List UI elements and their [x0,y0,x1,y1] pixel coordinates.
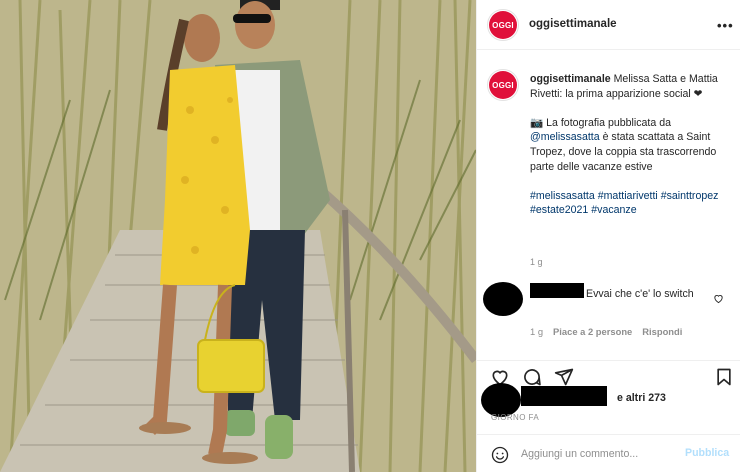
comment-like-icon[interactable] [713,293,724,304]
post-caption: oggisettimanale Melissa Satta e Mattia R… [530,72,730,218]
caption-avatar-text: OGGI [492,80,514,90]
post-sidebar: OGGI oggisettimanale ••• OGGI oggisettim… [476,0,740,472]
caption-time[interactable]: 1 g [530,257,543,267]
add-comment-bar: Pubblica [477,434,740,472]
comment-text: Evvai che c'e' lo switch [530,287,700,301]
comment-input[interactable] [521,445,681,463]
caption-text-prefix: 📷 La fotografia pubblicata da [530,116,671,129]
header-username[interactable]: oggisettimanale [529,18,617,30]
save-icon[interactable] [714,367,734,387]
more-options-icon[interactable]: ••• [717,18,734,33]
post-actions [477,360,740,390]
publish-button[interactable]: Pubblica [685,447,729,459]
emoji-icon[interactable] [491,446,509,464]
photo-illustration [0,0,476,472]
mention-link[interactable]: @melissasatta [530,131,600,143]
redacted-avatar [483,282,523,316]
likes-count[interactable]: e altri 273 [617,392,666,404]
post-time-ago[interactable]: GIORNO FA [491,413,539,422]
comment-meta: 1 g Piace a 2 persone Rispondi [530,326,692,337]
caption-avatar[interactable]: OGGI [487,69,519,101]
avatar-logo: OGGI [489,11,517,39]
hashtags-link[interactable]: #melissasatta #mattiarivetti #sainttrope… [530,189,730,218]
instagram-post: OGGI oggisettimanale ••• OGGI oggisettim… [0,0,740,472]
redacted-liker-name [521,386,607,406]
caption-avatar-logo: OGGI [489,71,517,99]
comment-icon[interactable] [522,367,542,387]
caption-username[interactable]: oggisettimanale [530,73,611,85]
share-icon[interactable] [554,367,574,387]
redacted-liker-avatar [481,383,521,417]
reply-button[interactable]: Rispondi [642,326,682,337]
comment-time[interactable]: 1 g [530,326,543,337]
comment-body: Evvai che c'e' lo switch [586,288,694,300]
post-photo[interactable] [0,0,476,472]
avatar-logo-text: OGGI [492,20,514,30]
post-header: OGGI oggisettimanale ••• [477,0,740,50]
comment-likes[interactable]: Piace a 2 persone [553,326,632,337]
account-avatar[interactable]: OGGI [487,9,519,41]
